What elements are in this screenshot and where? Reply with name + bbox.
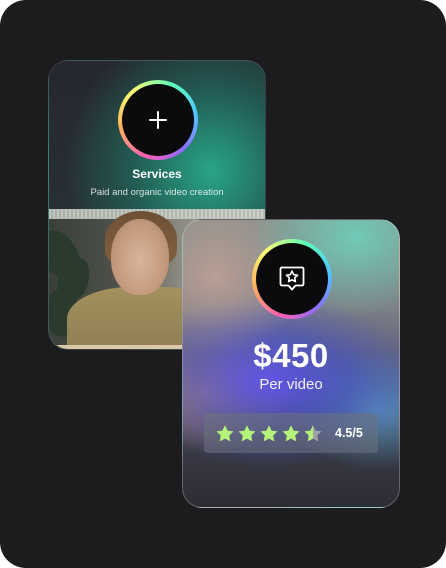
canvas: Services Paid and organic video creation…: [0, 0, 446, 568]
star-filled-icon: [260, 424, 278, 441]
services-card-header: Services Paid and organic video creation: [49, 61, 265, 209]
star-filled-icon: [216, 424, 234, 441]
price-unit: Per video: [259, 376, 323, 393]
star-filled-icon: [238, 424, 256, 441]
rating-label: 4.5/5: [335, 426, 363, 440]
services-title: Services: [132, 167, 182, 181]
star-filled-icon: [282, 424, 300, 441]
rating-stars: [215, 424, 325, 443]
price-card[interactable]: $450 Per video 4.5/5: [182, 219, 400, 508]
services-subtitle: Paid and organic video creation: [90, 187, 224, 198]
plus-icon: [149, 111, 167, 129]
star-badge-icon: [279, 266, 305, 291]
person-face: [111, 219, 169, 295]
price-value: $450: [253, 337, 329, 374]
favorite-badge-button[interactable]: [252, 239, 332, 319]
favorite-badge-inner: [256, 243, 328, 315]
rating-badge: 4.5/5: [204, 413, 378, 453]
add-service-button[interactable]: [118, 80, 198, 160]
star-half-icon: [304, 424, 322, 441]
add-service-button-inner: [122, 84, 194, 156]
